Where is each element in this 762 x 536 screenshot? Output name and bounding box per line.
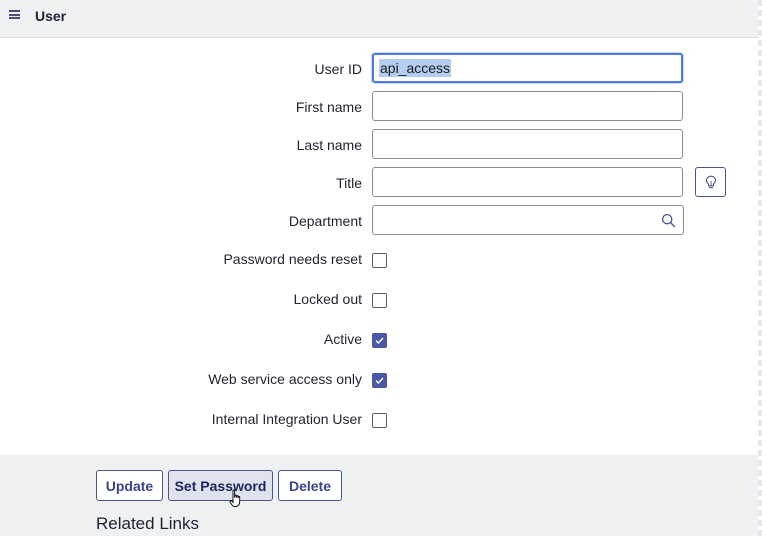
locked-out-checkbox[interactable] — [372, 293, 387, 308]
row-web-service-access-only: Web service access only — [0, 363, 758, 395]
lightbulb-icon — [705, 175, 716, 188]
locked-out-label: Locked out — [293, 291, 363, 307]
title-label: Title — [336, 175, 362, 191]
department-lookup-button[interactable] — [653, 205, 684, 235]
first-name-label: First name — [295, 99, 362, 115]
password-needs-reset-label: Password needs reset — [223, 251, 362, 267]
department-field[interactable] — [372, 205, 654, 235]
checkmark-icon — [375, 377, 384, 385]
last-name-label: Last name — [296, 137, 362, 153]
form-header: User — [0, 0, 758, 38]
hamburger-menu-icon[interactable] — [9, 10, 20, 19]
row-title: Title — [0, 167, 758, 199]
update-button[interactable]: Update — [96, 470, 163, 501]
web-service-access-only-label: Web service access only — [208, 371, 362, 387]
user-id-label: User ID — [314, 61, 362, 77]
form-footer: Update Set Password Delete Related Links — [0, 455, 758, 536]
row-user-id: User ID api_access — [0, 53, 758, 85]
password-needs-reset-checkbox[interactable] — [372, 253, 387, 268]
row-department: Department — [0, 205, 758, 237]
related-links-heading: Related Links — [96, 514, 200, 533]
row-first-name: First name — [0, 91, 758, 123]
hand-pointer-cursor-icon — [229, 489, 241, 507]
row-active: Active — [0, 323, 758, 355]
set-password-button[interactable]: Set Password — [168, 470, 273, 501]
department-label: Department — [288, 213, 362, 229]
delete-button[interactable]: Delete — [278, 470, 342, 501]
title-field[interactable] — [372, 167, 683, 197]
row-last-name: Last name — [0, 129, 758, 161]
user-id-value: api_access — [379, 59, 452, 77]
row-locked-out: Locked out — [0, 283, 758, 315]
torn-edge — [758, 0, 762, 536]
search-icon — [661, 213, 675, 227]
user-id-field[interactable]: api_access — [372, 53, 683, 83]
first-name-field[interactable] — [372, 91, 683, 121]
active-label: Active — [323, 331, 362, 347]
row-password-needs-reset: Password needs reset — [0, 243, 758, 275]
web-service-access-only-checkbox[interactable] — [372, 373, 387, 388]
suggestion-button[interactable] — [695, 167, 726, 197]
last-name-field[interactable] — [372, 129, 683, 159]
internal-integration-user-label: Internal Integration User — [211, 411, 362, 427]
checkmark-icon — [375, 337, 384, 345]
internal-integration-user-checkbox[interactable] — [372, 413, 387, 428]
page-title: User — [35, 8, 67, 24]
row-internal-integration-user: Internal Integration User — [0, 403, 758, 435]
active-checkbox[interactable] — [372, 333, 387, 348]
